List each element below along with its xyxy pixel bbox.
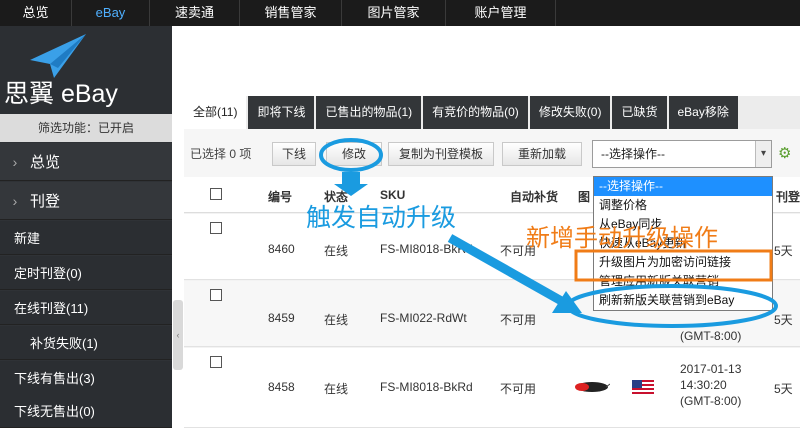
- annotation-new-manual-op: 新增手动升级操作: [526, 225, 718, 252]
- edit-highlight-ellipse: [319, 138, 383, 172]
- down-arrow-icon: [334, 172, 368, 196]
- related-marketing-highlight: [566, 284, 778, 328]
- annotation-trigger-upgrade: 触发自动升级: [306, 204, 457, 232]
- upgrade-option-highlight: [574, 249, 773, 282]
- page-root: 总览 eBay 速卖通 销售管家 图片管家 账户管理 思翼 eBay 筛选功能：…: [0, 0, 800, 428]
